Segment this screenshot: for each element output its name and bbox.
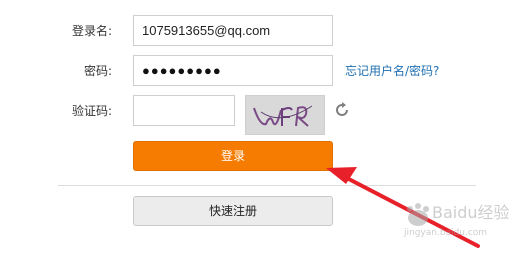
password-input[interactable]: ●●●●●●●●● bbox=[133, 55, 333, 86]
captcha-graphic bbox=[246, 96, 324, 134]
username-input[interactable]: 1075913655@qq.com bbox=[133, 15, 333, 46]
svg-text:Baidu经验: Baidu经验 bbox=[432, 203, 510, 222]
svg-text:jingyan.baidu.com: jingyan.baidu.com bbox=[403, 228, 487, 238]
username-label: 登录名: bbox=[71, 24, 112, 38]
divider bbox=[58, 185, 476, 186]
register-button[interactable]: 快速注册 bbox=[133, 196, 333, 226]
refresh-icon[interactable] bbox=[333, 101, 351, 119]
login-button[interactable]: 登录 bbox=[133, 141, 333, 171]
baidu-jingyan-watermark: Baidu经验 jingyan.baidu.com bbox=[403, 203, 510, 238]
captcha-input[interactable] bbox=[133, 95, 235, 126]
password-label: 密码: bbox=[83, 64, 112, 78]
forgot-credentials-link[interactable]: 忘记用户名/密码? bbox=[345, 64, 439, 78]
captcha-image[interactable] bbox=[245, 95, 325, 135]
login-form-page: 登录名: 1075913655@qq.com 密码: ●●●●●●●●● 忘记用… bbox=[0, 0, 528, 256]
captcha-label: 验证码: bbox=[71, 104, 112, 118]
